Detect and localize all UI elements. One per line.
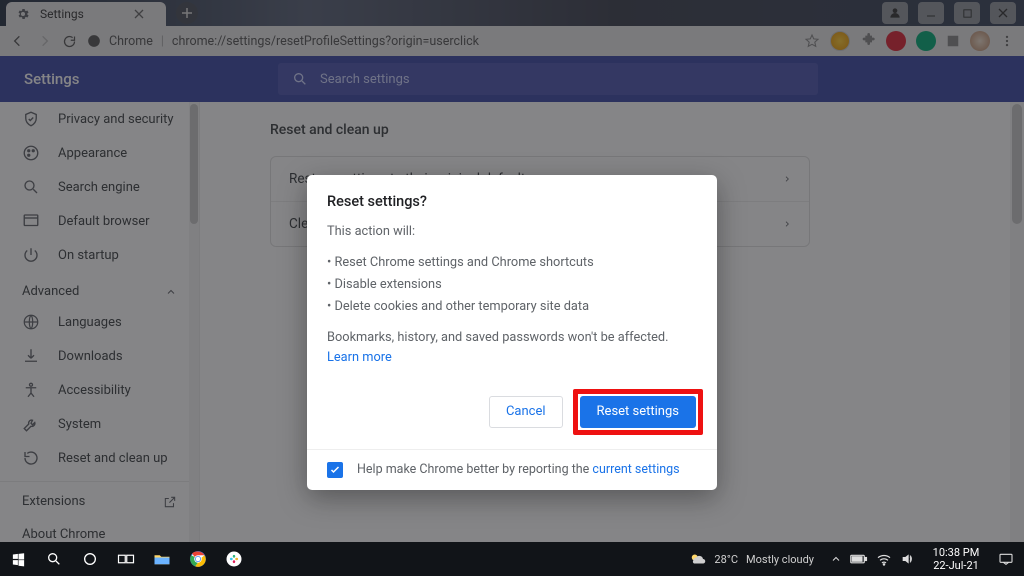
notifications-button[interactable] — [988, 542, 1024, 576]
dialog-title: Reset settings? — [327, 193, 697, 210]
taskbar-app-slack[interactable] — [216, 542, 252, 576]
chevron-up-icon — [830, 553, 842, 565]
start-button[interactable] — [0, 542, 36, 576]
chrome-icon — [189, 550, 207, 568]
taskbar-app-chrome[interactable] — [180, 542, 216, 576]
windows-taskbar: 28°C Mostly cloudy 10:38 PM 22-Jul-21 — [0, 542, 1024, 576]
notification-icon — [998, 552, 1014, 566]
report-settings-checkbox[interactable] — [327, 462, 343, 478]
cancel-button[interactable]: Cancel — [489, 396, 563, 428]
taskbar-app-explorer[interactable] — [144, 542, 180, 576]
wifi-icon — [876, 552, 892, 566]
footer-text: Help make Chrome better by reporting the… — [357, 462, 680, 477]
folder-icon — [153, 552, 171, 566]
highlight-annotation: Reset settings — [573, 389, 703, 435]
circle-icon — [82, 551, 98, 567]
sound-icon — [900, 552, 916, 566]
weather-icon — [688, 550, 706, 568]
weather-widget[interactable]: 28°C Mostly cloudy — [680, 550, 822, 568]
taskview-icon — [117, 552, 135, 566]
dialog-bullets: Reset Chrome settings and Chrome shortcu… — [327, 252, 697, 317]
dialog-lead: This action will: — [327, 222, 697, 242]
task-view-button[interactable] — [108, 542, 144, 576]
search-icon — [46, 551, 62, 567]
cortana-button[interactable] — [72, 542, 108, 576]
reset-settings-button[interactable]: Reset settings — [580, 396, 696, 428]
learn-more-link[interactable]: Learn more — [327, 350, 392, 365]
reset-settings-dialog: Reset settings? This action will: Reset … — [307, 175, 717, 490]
system-tray[interactable] — [822, 552, 924, 566]
search-button[interactable] — [36, 542, 72, 576]
slack-icon — [225, 550, 243, 568]
windows-icon — [11, 552, 26, 567]
current-settings-link[interactable]: current settings — [592, 462, 679, 477]
check-icon — [329, 464, 341, 476]
battery-icon — [850, 553, 868, 565]
taskbar-clock[interactable]: 10:38 PM 22-Jul-21 — [924, 546, 988, 572]
dialog-note: Bookmarks, history, and saved passwords … — [327, 328, 697, 369]
